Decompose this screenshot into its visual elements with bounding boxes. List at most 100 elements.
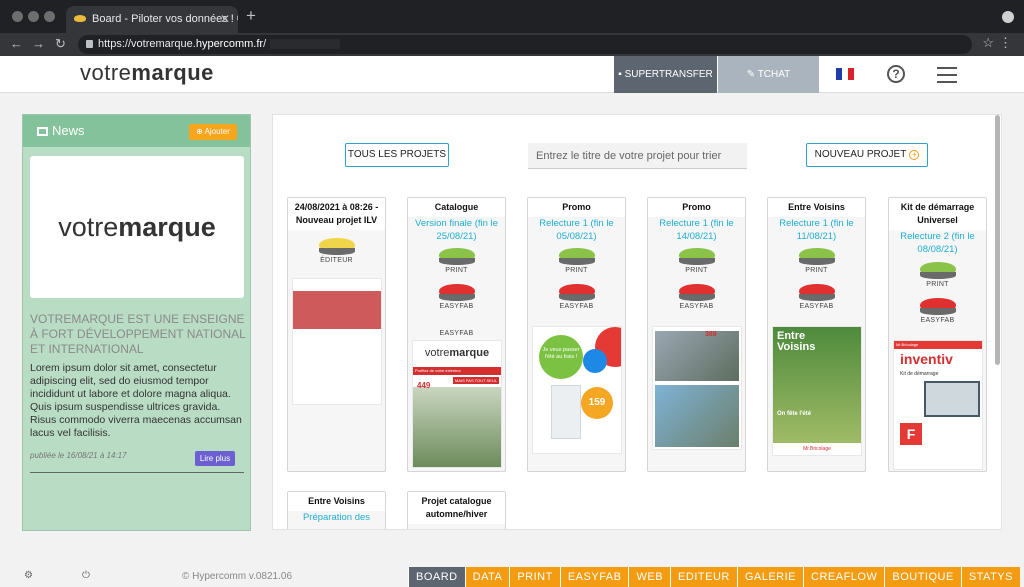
project-status: Relecture 1 (fin le 11/08/21) (779, 218, 854, 242)
thumb-bubble: Je veux passer l'été au frais ! (539, 335, 583, 379)
print-tool[interactable]: PRINT (528, 248, 625, 274)
add-news-button[interactable]: ⊕ Ajouter (189, 124, 237, 140)
thumb-brand-light: votre (424, 347, 450, 359)
nav-galerie[interactable]: GALERIE (736, 567, 804, 587)
project-card[interactable]: 24/08/2021 à 08:26 - Nouveau projet ILV … (287, 197, 386, 472)
plus-icon: + (909, 150, 920, 160)
project-thumbnail[interactable]: Mr.Bricolage inventiv Kit de démarrage F (893, 340, 983, 470)
thumb-header: Mr.Bricolage (894, 341, 982, 349)
easyfab-icon (438, 284, 475, 301)
project-thumbnail[interactable]: Je veux passer l'été au frais ! 159 (532, 326, 622, 454)
thumb-badge: MAIS PAS TOUT SEUL (453, 377, 499, 384)
print-tool[interactable]: PRINT (889, 262, 986, 288)
thumb-title: Entre Voisins (777, 330, 816, 353)
thumb-letter: F (900, 423, 922, 445)
close-tab-icon[interactable]: ✕ (220, 6, 230, 33)
news-subtitle: VOTREMARQUE EST UNE ENSEIGNE À FORT DÉVE… (30, 312, 246, 356)
thumb-title: inventiv (900, 351, 953, 367)
french-flag-icon[interactable] (836, 68, 854, 80)
tchat-button[interactable]: ✎ TCHAT (718, 56, 819, 93)
settings-gear-icon[interactable]: ⚙ (24, 570, 33, 581)
project-card[interactable]: Entre Voisins Relecture 1 (fin le 11/08/… (767, 197, 866, 472)
nav-print[interactable]: PRINT (509, 567, 560, 587)
power-icon[interactable]: ⏻ (82, 570, 90, 581)
project-card[interactable]: Promo Relecture 1 (fin le 14/08/21) PRIN… (647, 197, 746, 472)
back-arrow-icon[interactable]: ← (10, 36, 23, 51)
forward-arrow-icon[interactable]: → (32, 36, 45, 51)
nav-data[interactable]: DATA (464, 567, 510, 587)
project-thumbnail[interactable]: 389 (652, 326, 742, 450)
easyfab-icon (558, 284, 595, 301)
project-search-input[interactable] (528, 143, 747, 169)
print-tool[interactable]: PRINT (768, 248, 865, 274)
print-tool[interactable]: PRINT (648, 248, 745, 274)
thumb-blue-circle (583, 349, 607, 373)
project-thumbnail[interactable]: Entre Voisins On fête l'été Mr.Bricolage (772, 326, 862, 456)
thumb-price: 449 (417, 381, 431, 390)
nav-web[interactable]: WEB (628, 567, 671, 587)
thumb-line: On fête l'été (777, 411, 812, 417)
thumb-kit: Kit de démarrage (900, 371, 939, 377)
news-image: votre marque (30, 156, 244, 298)
print-label: PRINT (565, 267, 588, 274)
project-thumbnail[interactable]: votremarque Profitez de votre extérieur … (412, 340, 502, 468)
supertransfer-button[interactable]: ▪ SUPERTRANSFER (614, 56, 717, 93)
editor-tool[interactable]: ÉDITEUR (288, 238, 385, 264)
supertransfer-label: SUPERTRANSFER (624, 69, 713, 80)
nav-editeur[interactable]: EDITEUR (670, 567, 737, 587)
nav-statys[interactable]: STATYS (960, 567, 1020, 587)
easyfab-tool[interactable]: EASYFAB (408, 284, 505, 310)
new-project-button[interactable]: NOUVEAU PROJET + (806, 143, 928, 167)
bookmark-star-icon[interactable]: ☆ (982, 35, 994, 51)
nav-board[interactable]: BOARD (408, 567, 465, 587)
thumb-photo-bottom (655, 385, 739, 447)
project-card[interactable]: Entre Voisins Préparation des (287, 491, 386, 529)
easyfab-tool[interactable]: EASYFAB (528, 284, 625, 310)
project-card-title: 24/08/2021 à 08:26 - Nouveau projet ILV (288, 198, 385, 230)
window-close-button[interactable] (12, 11, 23, 22)
print-icon (798, 248, 835, 265)
url-host: hypercomm.fr (195, 38, 264, 50)
news-date: publiée le 16/08/21 à 14:17 (30, 451, 127, 460)
project-card-title: Entre Voisins (288, 492, 385, 511)
easyfab-tool[interactable]: EASYFAB (889, 298, 986, 324)
brand-light: votre (80, 60, 132, 85)
board-scrollbar[interactable] (995, 115, 1000, 365)
news-header: News ⊕ Ajouter (23, 115, 250, 147)
app-footer: ⚙ ⏻ © Hypercomm v.0821.06 BOARD DATA PRI… (0, 567, 1024, 587)
browser-tab-bar: Board - Piloter vos données ! © ✕ + (0, 0, 1024, 33)
project-card[interactable]: Promo Relecture 1 (fin le 05/08/21) PRIN… (527, 197, 626, 472)
hamburger-menu-icon[interactable] (937, 67, 957, 88)
print-tool[interactable]: PRINT (408, 248, 505, 274)
window-minimize-button[interactable] (28, 11, 39, 22)
print-icon (919, 262, 956, 279)
browser-tab-title: Board - Piloter vos données ! © (92, 13, 238, 25)
url-field[interactable]: https://votremarque.hypercomm.fr/ (78, 35, 972, 54)
new-tab-icon[interactable]: + (246, 6, 256, 26)
project-card-title: Promo (648, 198, 745, 217)
nav-creaflow[interactable]: CREAFLOW (803, 567, 885, 587)
browser-tab[interactable]: Board - Piloter vos données ! © ✕ (66, 6, 238, 33)
nav-boutique[interactable]: BOUTIQUE (884, 567, 961, 587)
easyfab-tool[interactable]: EASYFAB (768, 284, 865, 310)
read-more-button[interactable]: Lire plus (195, 451, 235, 466)
project-thumbnail[interactable] (292, 278, 382, 405)
nav-easyfab[interactable]: EASYFAB (559, 567, 629, 587)
project-card[interactable]: Projet catalogue automne/hiver (407, 491, 506, 529)
brand-logo[interactable]: votremarque (80, 60, 214, 86)
all-projects-button[interactable]: TOUS LES PROJETS (345, 143, 449, 167)
url-suffix: / (263, 38, 267, 50)
profile-icon[interactable] (1002, 11, 1014, 23)
browser-menu-icon[interactable]: ⋮ (999, 35, 1012, 51)
easyfab-label: EASYFAB (439, 303, 474, 310)
reload-icon[interactable]: ↻ (55, 36, 66, 52)
help-icon[interactable]: ? (887, 65, 905, 83)
thumb-brand: votremarque (413, 341, 501, 359)
print-label: PRINT (926, 281, 949, 288)
easyfab-extra-label: EASYFAB (439, 330, 474, 337)
easyfab-tool[interactable]: EASYFAB (648, 284, 745, 310)
window-maximize-button[interactable] (44, 11, 55, 22)
project-card[interactable]: Catalogue Version finale (fin le 25/08/2… (407, 197, 506, 472)
project-card[interactable]: Kit de démarrage Universel Relecture 2 (… (888, 197, 987, 472)
projects-board: TOUS LES PROJETS NOUVEAU PROJET+ 24/08/2… (272, 114, 1002, 530)
